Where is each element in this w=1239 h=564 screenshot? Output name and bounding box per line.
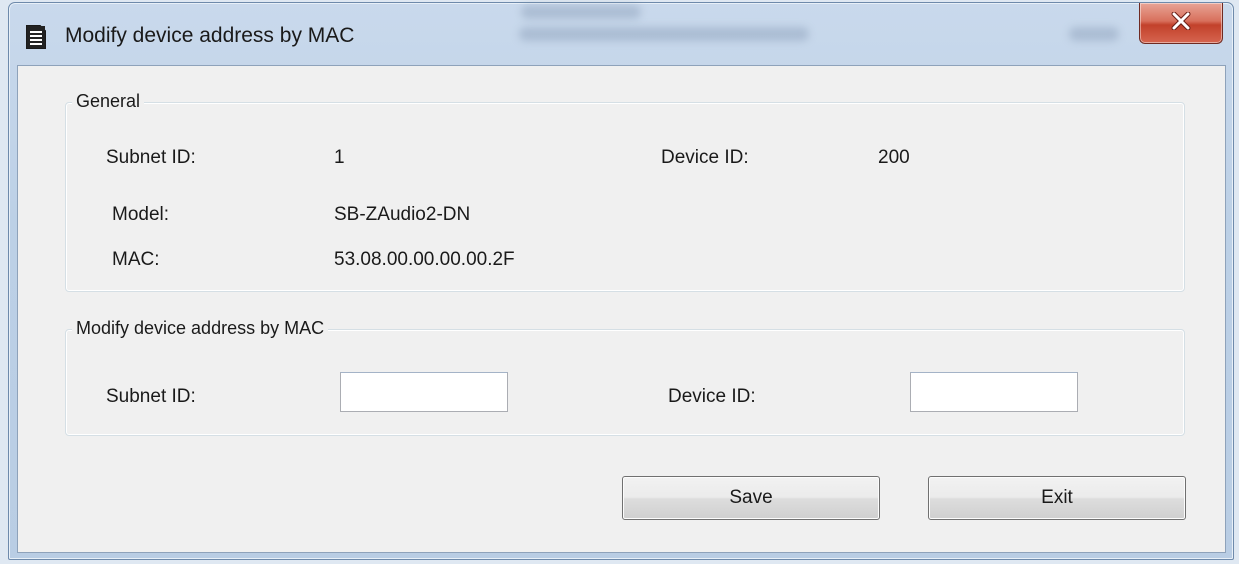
- modify-device-label: Device ID:: [668, 386, 756, 407]
- close-button[interactable]: [1139, 3, 1223, 44]
- mac-value: 53.08.00.00.00.00.2F: [334, 249, 515, 270]
- background-blur: [1069, 27, 1119, 41]
- close-icon: [1171, 11, 1191, 35]
- general-subnet-value: 1: [334, 147, 345, 168]
- window-title: Modify device address by MAC: [65, 24, 355, 47]
- general-subnet-label: Subnet ID:: [106, 147, 196, 168]
- save-button[interactable]: Save: [622, 476, 880, 520]
- document-icon: [25, 25, 47, 49]
- mac-label: MAC:: [112, 249, 160, 270]
- general-legend: General: [72, 91, 145, 112]
- background-blur: [519, 27, 809, 41]
- modify-groupbox: Modify device address by MAC Subnet ID: …: [65, 318, 1185, 436]
- general-device-value: 200: [878, 147, 910, 168]
- model-value: SB-ZAudio2-DN: [334, 204, 471, 225]
- exit-button[interactable]: Exit: [928, 476, 1186, 520]
- device-id-input[interactable]: [910, 372, 1078, 412]
- general-device-label: Device ID:: [661, 147, 749, 168]
- modify-subnet-label: Subnet ID:: [106, 386, 196, 407]
- title-bar[interactable]: Modify device address by MAC: [9, 3, 1233, 65]
- dialog-client-area: General Subnet ID: 1 Device ID: 200 Mode…: [17, 65, 1226, 553]
- background-blur: [521, 5, 641, 19]
- general-groupbox: General Subnet ID: 1 Device ID: 200 Mode…: [65, 91, 1185, 292]
- model-label: Model:: [112, 204, 170, 225]
- modify-legend: Modify device address by MAC: [72, 318, 329, 339]
- subnet-id-input[interactable]: [340, 372, 508, 412]
- dialog-window: Modify device address by MAC General Sub…: [8, 2, 1234, 560]
